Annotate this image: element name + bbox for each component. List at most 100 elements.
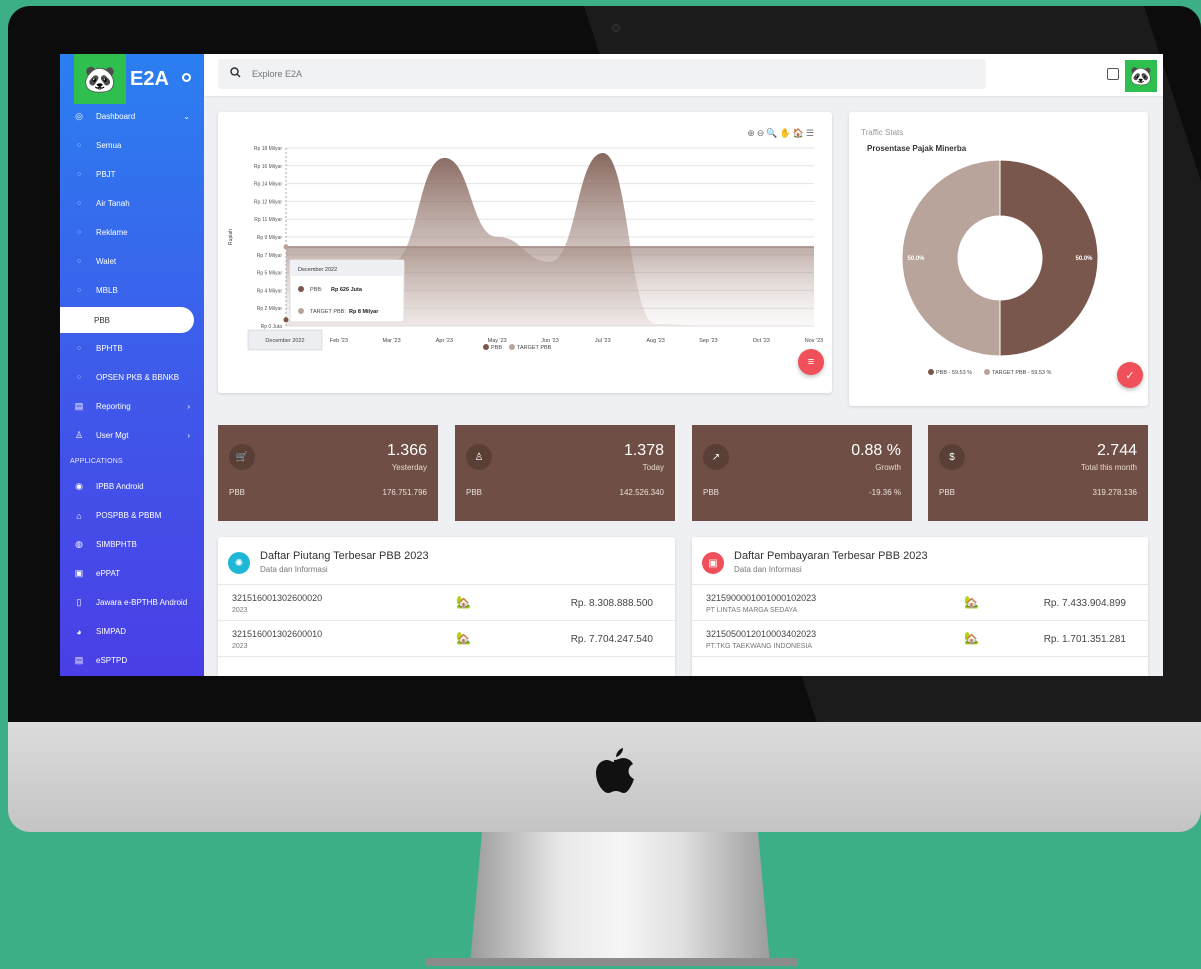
app-item-ipbb-android[interactable]: ◉ IPBB Android <box>60 472 204 501</box>
app-item-jawara-e-bpthb-android[interactable]: ▯ Jawara e-BPTHB Android <box>60 588 204 617</box>
y-tick-label: Rp 18 Milyar <box>254 146 282 152</box>
sidebar-item-pbb[interactable]: PBB <box>60 307 194 333</box>
fullscreen-icon[interactable] <box>1107 68 1119 80</box>
filter-button[interactable]: ≡ <box>798 349 824 375</box>
sidebar-item-label: Reporting <box>96 402 131 411</box>
y-tick-label: Rp 9 Milyar <box>257 235 283 241</box>
legend-label: TARGET PBB - 59.53 % <box>992 370 1052 376</box>
chart-toolbar[interactable]: ⊕⊖🔍✋🏠☰ <box>747 128 816 139</box>
avatar[interactable]: 🐼 <box>1125 60 1157 92</box>
sidebar-nav: ◎ Dashboard ⌄ ○ Semua ○ PBJT ○ Air Tanah ○ Reklame… <box>60 102 204 450</box>
row-amount: Rp. 8.308.888.500 <box>570 598 653 609</box>
list-row[interactable]: 3215050012010003402023 PT.TKG TAEKWANG IN… <box>692 621 1148 657</box>
sidebar-item-walet[interactable]: ○ Walet <box>60 247 204 276</box>
kpi-value: 0.88 % <box>851 442 901 459</box>
kpi-tile[interactable]: $2.744 Total this month PBB 319.278.136 <box>928 425 1148 521</box>
sidebar-item-dashboard[interactable]: ◎ Dashboard ⌄ <box>60 102 204 131</box>
list-row[interactable]: 3215900001001000102023 PT LINTAS MARGA SE… <box>692 585 1148 621</box>
row-subtext: 2023 <box>232 607 248 614</box>
list-card: ▣ Daftar Pembayaran Terbesar PBB 2023 Data… <box>692 537 1148 676</box>
x-tick-label: Jul '23 <box>595 338 611 344</box>
sidebar-item-mblb[interactable]: ○ MBLB <box>60 276 204 305</box>
apps-nav: ◉ IPBB Android ⌂ POSPBB & PBBM ◍ SIMBPHTB ▣ ePP… <box>60 472 204 675</box>
kpi-name: PBB <box>703 488 720 497</box>
stand-base <box>426 958 798 966</box>
app-item-label: SIMBPHTB <box>96 540 137 549</box>
list-row[interactable]: 321516001302600020 2023 🏡 Rp. 8.308.888.500 <box>218 585 675 621</box>
screen: 🐼 E2A ◎ Dashboard ⌄ ○ Semua ○ PBJT ○ Air Tanah ○ R… <box>60 54 1163 676</box>
x-tick-label: Apr '23 <box>436 338 453 344</box>
app-item-label: SIMPAD <box>96 627 127 636</box>
sidebar-toggle[interactable] <box>182 73 191 82</box>
phone-icon: ▯ <box>76 597 82 607</box>
circle-icon: ○ <box>76 374 82 381</box>
badge-icon: ▣ <box>74 568 84 578</box>
sidebar-item-reklame[interactable]: ○ Reklame <box>60 218 204 247</box>
row-code: 3215050012010003402023 <box>706 629 817 639</box>
row-subtext: 2023 <box>232 643 248 650</box>
y-tick-label: Rp 7 Milyar <box>257 253 283 259</box>
house-icon: 🏡 <box>964 595 979 609</box>
report-icon: ▤ <box>74 401 84 411</box>
legend-marker <box>984 369 990 375</box>
x-tick-label: Jun '23 <box>541 338 559 344</box>
list-header: ▣ Daftar Pembayaran Terbesar PBB 2023 Data… <box>692 537 1148 585</box>
sidebar-item-air-tanah[interactable]: ○ Air Tanah <box>60 189 204 218</box>
trend-icon: ↗ <box>703 444 729 470</box>
home-icon: ⌂ <box>76 510 82 521</box>
area-chart[interactable]: Rp 0 Juta Rp 2 Milyar Rp 4 Milyar Rp 5 Mily… <box>218 112 832 393</box>
app-item-simbphtb[interactable]: ◍ SIMBPHTB <box>60 530 204 559</box>
x-tick-label: May '23 <box>488 338 507 344</box>
sidebar-item-pbjt[interactable]: ○ PBJT <box>60 160 204 189</box>
row-amount: Rp. 7.433.904.899 <box>1043 598 1126 609</box>
y-tick-label: Rp 2 Milyar <box>257 306 283 312</box>
legend-label: PBB <box>491 345 502 351</box>
search-input[interactable] <box>252 69 852 79</box>
app-item-pospbb-pbbm[interactable]: ⌂ POSPBB & PBBM <box>60 501 204 530</box>
bug-icon: ✺ <box>228 552 250 574</box>
row-amount: Rp. 7.704.247.540 <box>570 634 653 645</box>
sidebar-item-label: Air Tanah <box>96 199 130 208</box>
x-tick-label: Sep '23 <box>699 338 717 344</box>
monitor-stand <box>470 832 770 964</box>
x-tick-label: Feb '23 <box>330 338 348 344</box>
search-bar[interactable] <box>218 59 986 89</box>
list-title: Daftar Piutang Terbesar PBB 2023 <box>260 550 429 562</box>
sidebar-item-label: Walet <box>96 257 117 266</box>
kpi-amount: 319.278.136 <box>1092 488 1138 497</box>
x-tick-label: December 2022 <box>265 338 304 344</box>
confirm-button[interactable]: ✓ <box>1117 362 1143 388</box>
topbar: 🐼 <box>204 54 1163 96</box>
sidebar-item-label: User Mgt <box>96 431 129 440</box>
sidebar-item-semua[interactable]: ○ Semua <box>60 131 204 160</box>
tooltip-title: December 2022 <box>298 267 337 273</box>
x-tick-label: Nov '23 <box>805 338 823 344</box>
dashboard-icon: ◎ <box>75 111 83 121</box>
x-tick-label: Oct '23 <box>753 338 770 344</box>
row-amount: Rp. 1.701.351.281 <box>1043 634 1126 645</box>
y-tick-label: Rp 0 Juta <box>261 324 283 330</box>
app-item-label: ePPAT <box>96 569 121 578</box>
sidebar-item-label: PBB <box>94 315 111 325</box>
app-item-esptpd[interactable]: ▤ eSPTPD <box>60 646 204 675</box>
data-point-pbb <box>283 317 289 323</box>
app-item-simpad[interactable]: ◕ SIMPAD <box>60 617 204 646</box>
sidebar-item-bphtb[interactable]: ○ BPHTB <box>60 334 204 363</box>
kpi-tile[interactable]: ♙ 1.378 Today PBB 142.526.340 <box>455 425 675 521</box>
kpi-value: 2.744 <box>1096 442 1137 459</box>
legend-label: TARGET PBB <box>517 345 552 351</box>
slice-label: 50.0% <box>907 256 925 262</box>
legend-marker <box>509 344 515 350</box>
app-item-eppat[interactable]: ▣ ePPAT <box>60 559 204 588</box>
kpi-tile[interactable]: 🛒 1.366 Yesterday PBB 176.751.796 <box>218 425 438 521</box>
kpi-tile[interactable]: ↗ 0.88 % Growth PBB -19.36 % <box>692 425 912 521</box>
user-icon: ♙ <box>466 444 492 470</box>
kpi-amount: 142.526.340 <box>619 488 665 497</box>
list-row[interactable]: 321516001302600010 2023 🏡 Rp. 7.704.247.540 <box>218 621 675 657</box>
sidebar-item-opsen-pkb-bbnkb[interactable]: ○ OPSEN PKB & BBNKB <box>60 363 204 392</box>
donut-chart[interactable]: 50.0% 50.0% PBB - 59.53 % TARGET PBB - 59.5… <box>849 112 1148 406</box>
kpi-label: Growth <box>875 463 901 472</box>
sidebar-item-reporting[interactable]: ▤ Reporting › <box>60 392 204 421</box>
sidebar-item-user-mgt[interactable]: ♙ User Mgt › <box>60 421 204 450</box>
kpi-name: PBB <box>939 488 956 497</box>
